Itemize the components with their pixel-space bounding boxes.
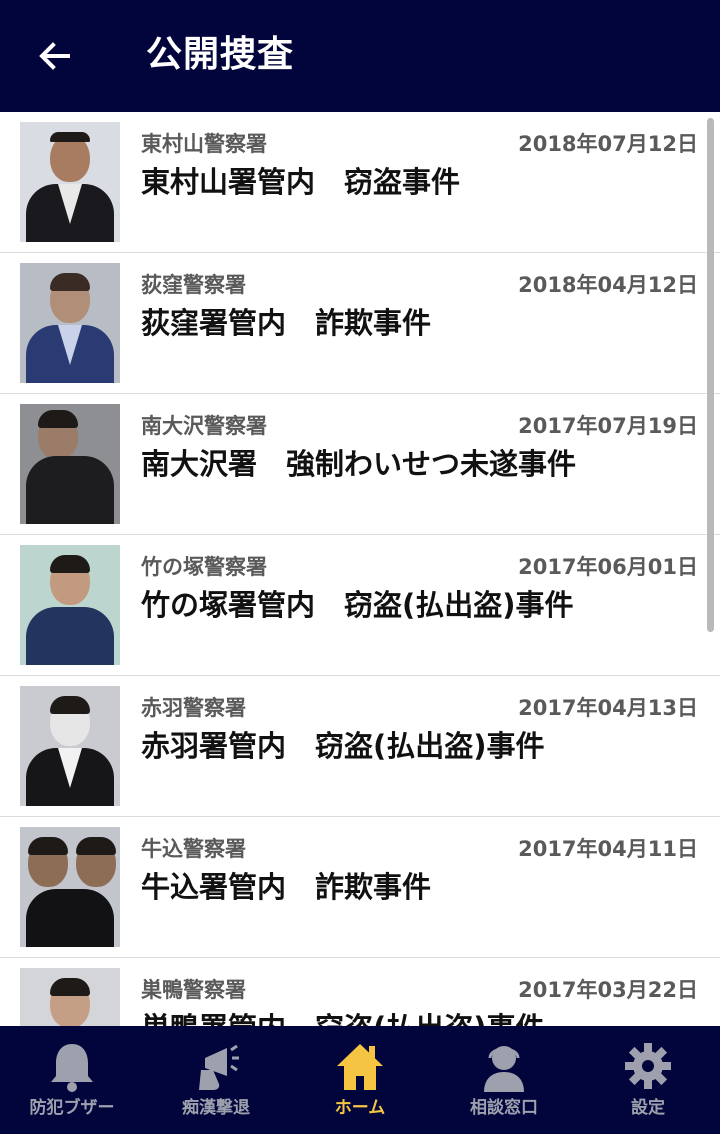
list-item[interactable]: 竹の塚警察署 2017年06月01日 竹の塚署管内 窃盗(払出盗)事件 bbox=[0, 535, 720, 676]
back-button[interactable] bbox=[18, 20, 90, 92]
nav-label: ホーム bbox=[334, 1098, 386, 1118]
page-title: 公開捜査 bbox=[146, 34, 295, 75]
list-item[interactable]: 荻窪警察署 2018年04月12日 荻窪署管内 詐欺事件 bbox=[0, 253, 720, 394]
suspect-photo bbox=[20, 968, 120, 1026]
bottom-nav: 防犯ブザー 痴漢撃退 ホーム 相談窓口 設定 bbox=[0, 1026, 720, 1134]
nav-label: 痴漢撃退 bbox=[182, 1098, 250, 1118]
nav-label: 設定 bbox=[631, 1098, 665, 1118]
nav-label: 相談窓口 bbox=[470, 1098, 538, 1118]
suspect-photo bbox=[20, 122, 120, 242]
station-name: 巣鴨警察署 bbox=[141, 978, 246, 1002]
nav-item-anti-groping[interactable]: 痴漢撃退 bbox=[144, 1026, 288, 1134]
case-list[interactable]: 東村山警察署 2018年07月12日 東村山署管内 窃盗事件 荻窪警察署 201… bbox=[0, 112, 720, 1026]
case-date: 2017年07月19日 bbox=[518, 414, 698, 438]
home-icon bbox=[337, 1044, 383, 1090]
nav-item-home[interactable]: ホーム bbox=[288, 1026, 432, 1134]
bell-icon bbox=[51, 1044, 93, 1092]
case-date: 2018年07月12日 bbox=[518, 132, 698, 156]
station-name: 荻窪警察署 bbox=[141, 273, 246, 297]
station-name: 牛込警察署 bbox=[141, 837, 246, 861]
case-title: 竹の塚署管内 窃盗(払出盗)事件 bbox=[141, 588, 574, 622]
suspect-photo bbox=[20, 686, 120, 806]
suspect-photo bbox=[20, 827, 120, 947]
case-date: 2018年04月12日 bbox=[518, 273, 698, 297]
case-title: 東村山署管内 窃盗事件 bbox=[141, 165, 461, 199]
list-item[interactable]: 南大沢警察署 2017年07月19日 南大沢署 強制わいせつ未遂事件 bbox=[0, 394, 720, 535]
headset-person-icon bbox=[484, 1046, 524, 1092]
case-title: 巣鴨署管内 窃盗(払出盗)事件 bbox=[141, 1008, 545, 1026]
suspect-photo bbox=[20, 263, 120, 383]
gear-icon bbox=[625, 1043, 671, 1089]
case-title: 牛込署管内 詐欺事件 bbox=[141, 870, 432, 904]
case-date: 2017年04月13日 bbox=[518, 696, 698, 720]
app-screen: 公開捜査 東村山警察署 2018年07月12日 東村山署管内 窃盗事件 荻窪警察… bbox=[0, 0, 720, 1134]
nav-label: 防犯ブザー bbox=[29, 1098, 115, 1118]
arrow-left-icon bbox=[39, 42, 70, 70]
case-title: 赤羽署管内 窃盗(払出盗)事件 bbox=[141, 729, 545, 763]
list-item[interactable]: 牛込警察署 2017年04月11日 牛込署管内 詐欺事件 bbox=[0, 817, 720, 958]
list-item[interactable]: 赤羽警察署 2017年04月13日 赤羽署管内 窃盗(払出盗)事件 bbox=[0, 676, 720, 817]
case-date: 2017年06月01日 bbox=[518, 555, 698, 579]
nav-item-settings[interactable]: 設定 bbox=[576, 1026, 720, 1134]
station-name: 南大沢警察署 bbox=[141, 414, 267, 438]
list-item[interactable]: 東村山警察署 2018年07月12日 東村山署管内 窃盗事件 bbox=[0, 112, 720, 253]
case-date: 2017年04月11日 bbox=[518, 837, 698, 861]
case-date: 2017年03月22日 bbox=[518, 978, 698, 1002]
suspect-photo bbox=[20, 545, 120, 665]
megaphone-hand-icon bbox=[199, 1044, 239, 1090]
app-header: 公開捜査 bbox=[0, 0, 720, 112]
nav-item-crime-buzzer[interactable]: 防犯ブザー bbox=[0, 1026, 144, 1134]
case-title: 南大沢署 強制わいせつ未遂事件 bbox=[141, 447, 577, 481]
list-item[interactable]: 巣鴨警察署 2017年03月22日 巣鴨署管内 窃盗(払出盗)事件 bbox=[0, 958, 720, 1026]
station-name: 赤羽警察署 bbox=[141, 696, 246, 720]
station-name: 竹の塚警察署 bbox=[141, 555, 267, 579]
case-title: 荻窪署管内 詐欺事件 bbox=[141, 306, 432, 340]
suspect-photo bbox=[20, 404, 120, 524]
list-scrollbar[interactable] bbox=[707, 118, 714, 632]
nav-item-consultation[interactable]: 相談窓口 bbox=[432, 1026, 576, 1134]
station-name: 東村山警察署 bbox=[141, 132, 267, 156]
